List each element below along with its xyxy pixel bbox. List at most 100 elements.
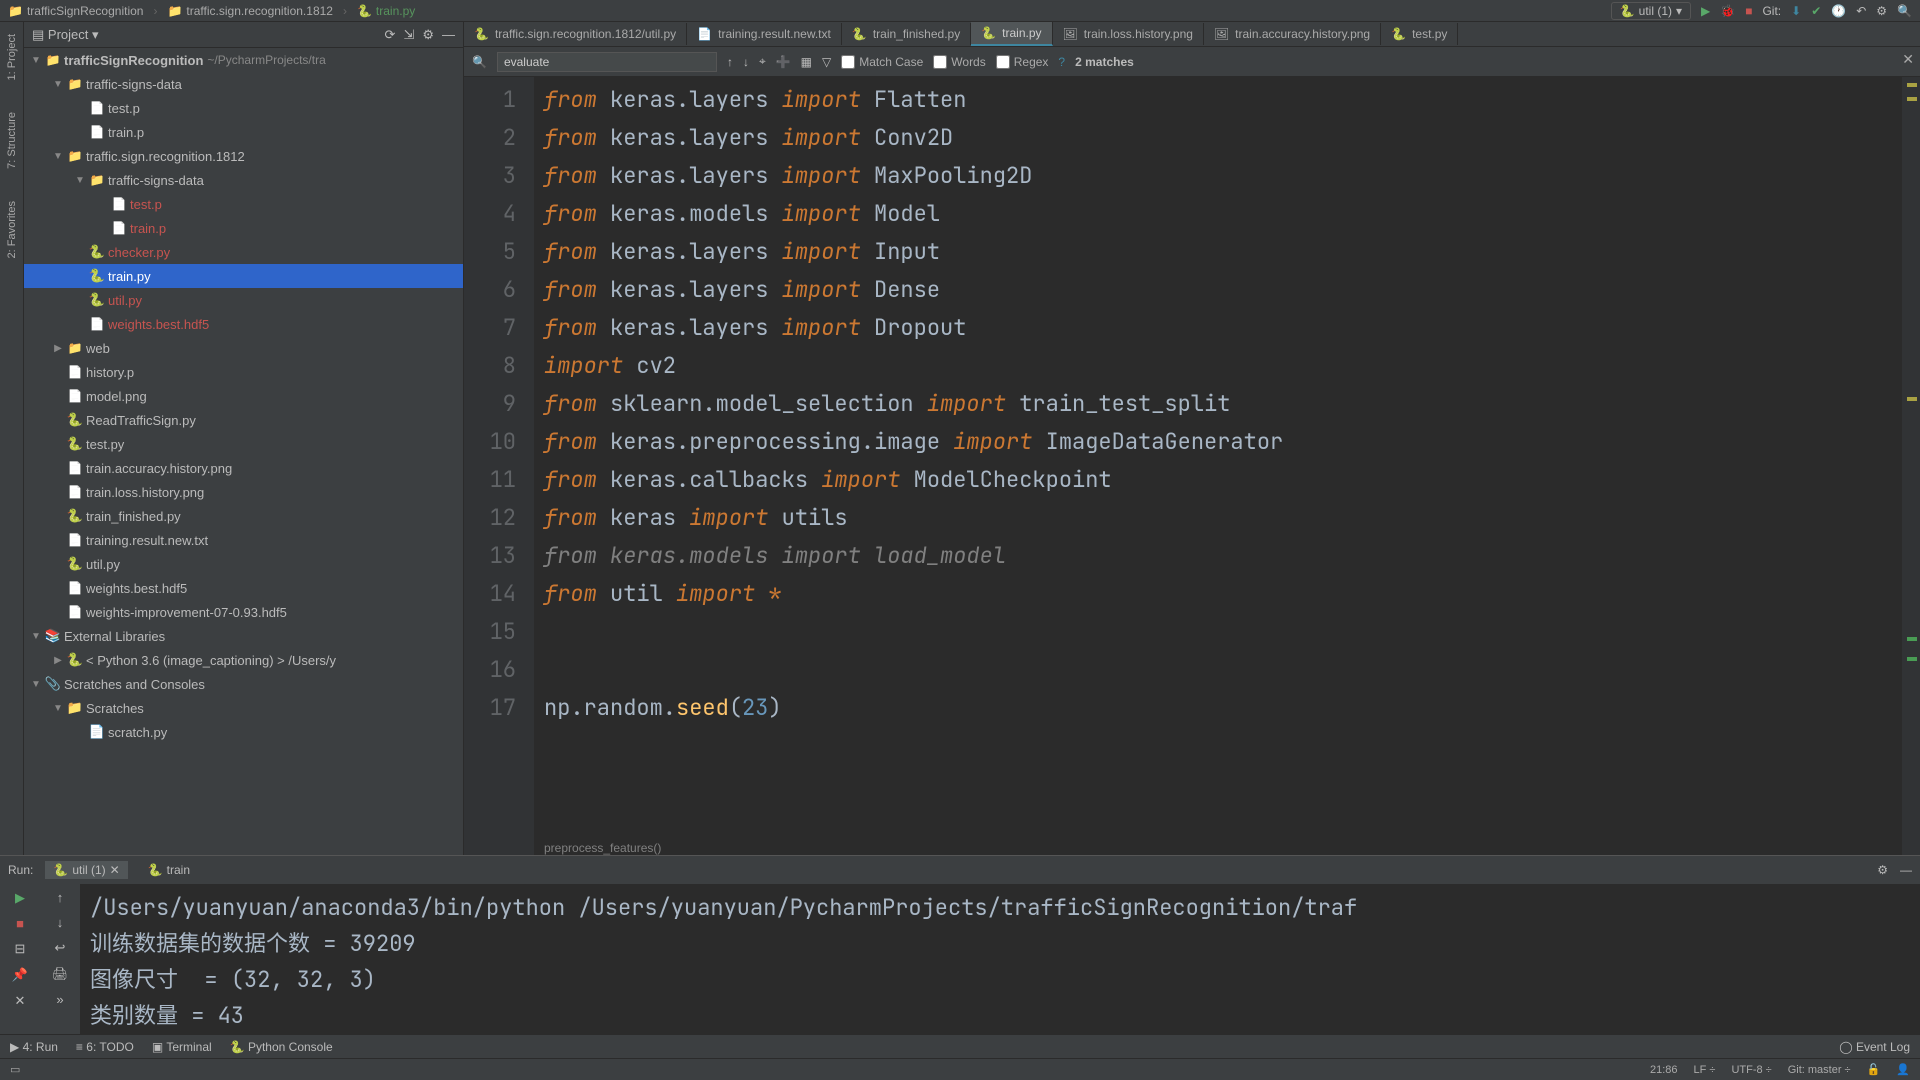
tree-node-extra[interactable]: ▼📎Scratches and Consoles (24, 672, 463, 696)
tree-node-weights-improvement-07-0-93-hdf5[interactable]: weights-improvement-07-0.93.hdf5 (24, 600, 463, 624)
collapse-all-icon[interactable]: ⇲ (403, 27, 414, 43)
ide-settings-icon[interactable]: ⚙ (1876, 4, 1887, 18)
tree-node-model-png[interactable]: model.png (24, 384, 463, 408)
close-tab-icon[interactable]: ✕ (15, 993, 26, 1009)
tree-node-checker-py[interactable]: 🐍checker.py (24, 240, 463, 264)
tree-node-traffic-sign-recognition-1812[interactable]: ▼traffic.sign.recognition.1812 (24, 144, 463, 168)
tree-node-util-py[interactable]: 🐍util.py (24, 288, 463, 312)
tree-node-history-p[interactable]: history.p (24, 360, 463, 384)
more-icon[interactable]: » (56, 992, 63, 1007)
git-history-icon[interactable]: 🕐 (1831, 4, 1846, 18)
rerun-icon[interactable]: ▶ (15, 890, 25, 906)
editor-tab-train-accuracy-history-png[interactable]: 🖼train.accuracy.history.png (1204, 23, 1381, 45)
editor-tab-train-finished-py[interactable]: 🐍train_finished.py (842, 23, 971, 45)
editor-tab-training-result-new-txt[interactable]: 📄training.result.new.txt (687, 23, 842, 45)
structure-tool-tab[interactable]: 7: Structure (6, 106, 18, 175)
tree-node-weights-best-hdf5[interactable]: weights.best.hdf5 (24, 312, 463, 336)
tree-node-train-py[interactable]: 🐍train.py (24, 264, 463, 288)
search-input[interactable] (497, 52, 717, 72)
debug-button-icon[interactable]: 🐞 (1720, 4, 1735, 18)
file-encoding[interactable]: UTF-8 ÷ (1731, 1064, 1771, 1076)
stop-button-icon[interactable]: ■ (1745, 4, 1752, 18)
soft-wrap-icon[interactable]: ↩ (55, 940, 66, 956)
read-only-lock-icon[interactable]: 🔓 (1867, 1063, 1881, 1076)
next-match-icon[interactable]: ↓ (743, 55, 749, 69)
filter-icon[interactable]: ▽ (822, 55, 831, 69)
python-console-tool-button[interactable]: 🐍 Python Console (230, 1040, 333, 1054)
run-settings-icon[interactable]: ⚙ (1877, 863, 1888, 877)
tree-node-traffic-signs-data[interactable]: ▼traffic-signs-data (24, 72, 463, 96)
project-tool-tab[interactable]: 1: Project (6, 28, 18, 86)
scroll-down-icon[interactable]: ↓ (57, 915, 64, 930)
editor-tab-train-loss-history-png[interactable]: 🖼train.loss.history.png (1053, 23, 1204, 45)
settings-icon[interactable]: ⚙ (422, 27, 434, 43)
tree-node-readtrafficsign-py[interactable]: 🐍ReadTrafficSign.py (24, 408, 463, 432)
tree-node-extra[interactable]: ▼📁Scratches (24, 696, 463, 720)
stop-run-icon[interactable]: ■ (16, 916, 24, 931)
match-case-checkbox[interactable]: Match Case (841, 55, 923, 69)
git-update-icon[interactable]: ⬇ (1791, 4, 1801, 18)
todo-tool-button[interactable]: ≡ 6: TODO (76, 1040, 134, 1054)
regex-help-icon[interactable]: ? (1058, 55, 1065, 69)
editor-tab-test-py[interactable]: 🐍test.py (1381, 23, 1458, 45)
code-editor[interactable]: from keras.layers import Flattenfrom ker… (534, 77, 1920, 837)
refresh-icon[interactable]: ⟳ (385, 27, 396, 43)
breadcrumb-mid[interactable]: traffic.sign.recognition.1812 (167, 4, 333, 18)
select-all-icon[interactable]: ⌖ (759, 54, 766, 69)
regex-checkbox[interactable]: Regex (996, 55, 1049, 69)
close-find-icon[interactable]: ✕ (1902, 51, 1914, 68)
breadcrumb: trafficSignRecognition › traffic.sign.re… (8, 4, 415, 18)
git-commit-icon[interactable]: ✔ (1811, 4, 1821, 18)
tree-node-util-py[interactable]: 🐍util.py (24, 552, 463, 576)
tree-node-test-py[interactable]: 🐍test.py (24, 432, 463, 456)
tree-node-train-loss-history-png[interactable]: train.loss.history.png (24, 480, 463, 504)
toggle-in-selection-icon[interactable]: ▦ (801, 55, 812, 69)
line-separator[interactable]: LF ÷ (1694, 1064, 1716, 1076)
line-number-gutter: 1234567891011121314151617 (464, 77, 534, 855)
run-tool-button[interactable]: ▶ 4: Run (10, 1040, 58, 1054)
editor-tab-train-py[interactable]: 🐍train.py (971, 22, 1052, 46)
inspection-profile-icon[interactable]: 👤 (1896, 1063, 1910, 1076)
tree-node-training-result-new-txt[interactable]: training.result.new.txt (24, 528, 463, 552)
add-selection-icon[interactable]: ➕ (776, 55, 791, 69)
print-icon[interactable]: 🖨 (52, 966, 69, 982)
tree-node-extra[interactable]: ▶🐍< Python 3.6 (image_captioning) > /Use… (24, 648, 463, 672)
run-hide-icon[interactable]: — (1900, 863, 1912, 877)
breadcrumb-root[interactable]: trafficSignRecognition (8, 4, 143, 18)
tree-node-extra[interactable]: 📄scratch.py (24, 720, 463, 744)
words-checkbox[interactable]: Words (933, 55, 985, 69)
tree-node-traffic-signs-data[interactable]: ▼traffic-signs-data (24, 168, 463, 192)
scroll-up-icon[interactable]: ↑ (57, 890, 64, 905)
project-tree[interactable]: ▼trafficSignRecognition ~/PycharmProject… (24, 48, 463, 855)
git-revert-icon[interactable]: ↶ (1856, 4, 1866, 18)
tree-node-train-accuracy-history-png[interactable]: train.accuracy.history.png (24, 456, 463, 480)
run-button-icon[interactable]: ▶ (1701, 4, 1710, 18)
git-label: Git: (1762, 4, 1781, 18)
git-branch[interactable]: Git: master ÷ (1788, 1064, 1851, 1076)
tree-node-test-p[interactable]: test.p (24, 96, 463, 120)
prev-match-icon[interactable]: ↑ (727, 55, 733, 69)
run-tab-util[interactable]: 🐍 util (1) ✕ (45, 861, 127, 879)
run-config-selector[interactable]: 🐍 util (1) ▾ (1611, 2, 1691, 20)
tree-node-train-finished-py[interactable]: 🐍train_finished.py (24, 504, 463, 528)
breadcrumb-file[interactable]: 🐍 train.py (357, 4, 415, 18)
tree-node-extra[interactable]: ▼📚External Libraries (24, 624, 463, 648)
tree-node-weights-best-hdf5[interactable]: weights.best.hdf5 (24, 576, 463, 600)
tree-node-train-p[interactable]: train.p (24, 120, 463, 144)
search-everywhere-icon[interactable]: 🔍 (1897, 4, 1912, 18)
tree-root[interactable]: ▼trafficSignRecognition ~/PycharmProject… (24, 48, 463, 72)
favorites-tool-tab[interactable]: 2: Favorites (6, 195, 18, 264)
error-stripe[interactable] (1902, 77, 1920, 855)
tree-node-test-p[interactable]: test.p (24, 192, 463, 216)
event-log-button[interactable]: ◯ Event Log (1839, 1040, 1910, 1054)
run-tab-train[interactable]: 🐍 train (140, 861, 198, 879)
terminal-tool-button[interactable]: ▣ Terminal (152, 1040, 212, 1054)
run-console[interactable]: /Users/yuanyuan/anaconda3/bin/python /Us… (80, 884, 1920, 1034)
hide-panel-icon[interactable]: — (442, 27, 455, 42)
tree-node-train-p[interactable]: train.p (24, 216, 463, 240)
pin-tab-icon[interactable]: 📌 (12, 967, 28, 983)
status-message-icon[interactable]: ▭ (10, 1063, 20, 1076)
editor-tab-traffic-sign-recognition-1812-util-py[interactable]: 🐍traffic.sign.recognition.1812/util.py (464, 23, 687, 45)
tree-node-web[interactable]: ▶web (24, 336, 463, 360)
restore-layout-icon[interactable]: ⊟ (15, 941, 26, 957)
